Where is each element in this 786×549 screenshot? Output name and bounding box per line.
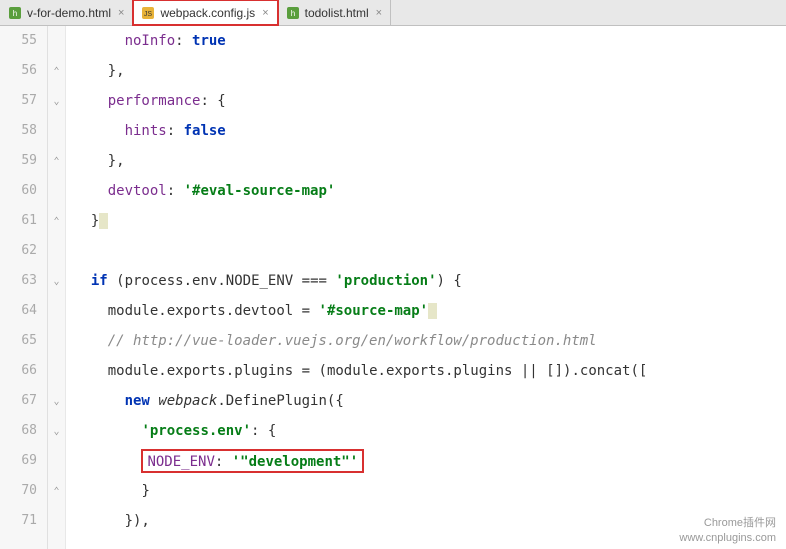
line-number: 65 — [0, 326, 41, 356]
code-line: } — [66, 206, 786, 236]
code-line: devtool: '#eval-source-map' — [66, 176, 786, 206]
code-line: NODE_ENV: '"development"' — [66, 446, 786, 476]
tab-bar: h v-for-demo.html × JS webpack.config.js… — [0, 0, 786, 26]
code-line: module.exports.devtool = '#source-map' — [66, 296, 786, 326]
svg-text:h: h — [290, 9, 294, 18]
line-number: 67 — [0, 386, 41, 416]
line-number: 66 — [0, 356, 41, 386]
line-number: 59 — [0, 146, 41, 176]
line-number: 57 — [0, 86, 41, 116]
line-number: 64 — [0, 296, 41, 326]
close-icon[interactable]: × — [376, 7, 382, 19]
code-line: new webpack.DefinePlugin({ — [66, 386, 786, 416]
line-number: 55 — [0, 26, 41, 56]
fold-open-icon[interactable]: ⌄ — [48, 266, 65, 296]
tab-webpack-config[interactable]: JS webpack.config.js × — [133, 0, 277, 25]
fold-gutter: ⌃ ⌄ ⌃ ⌃ ⌄ ⌄ ⌄ ⌃ — [48, 26, 66, 549]
js-file-icon: JS — [141, 6, 155, 20]
fold-open-icon[interactable]: ⌄ — [48, 416, 65, 446]
fold-icon[interactable] — [48, 356, 65, 386]
fold-close-icon[interactable]: ⌃ — [48, 56, 65, 86]
line-number: 60 — [0, 176, 41, 206]
fold-icon[interactable] — [48, 506, 65, 536]
fold-open-icon[interactable]: ⌄ — [48, 386, 65, 416]
close-icon[interactable]: × — [262, 7, 268, 19]
code-content[interactable]: noInfo: true }, performance: { hints: fa… — [66, 26, 786, 549]
code-line: }, — [66, 146, 786, 176]
fold-close-icon[interactable]: ⌃ — [48, 206, 65, 236]
code-line: module.exports.plugins = (module.exports… — [66, 356, 786, 386]
svg-text:JS: JS — [144, 11, 153, 18]
line-number: 56 — [0, 56, 41, 86]
highlight-box: NODE_ENV: '"development"' — [141, 449, 364, 473]
fold-icon[interactable] — [48, 116, 65, 146]
line-number-gutter: 55 56 57 58 59 60 61 62 63 64 65 66 67 6… — [0, 26, 48, 549]
html-file-icon: h — [286, 6, 300, 20]
line-number: 68 — [0, 416, 41, 446]
fold-icon[interactable] — [48, 326, 65, 356]
code-line: }), — [66, 506, 786, 536]
fold-icon[interactable] — [48, 236, 65, 266]
fold-icon[interactable] — [48, 26, 65, 56]
code-line: if (process.env.NODE_ENV === 'production… — [66, 266, 786, 296]
fold-icon[interactable] — [48, 296, 65, 326]
tab-todolist[interactable]: h todolist.html × — [278, 0, 391, 25]
line-number: 69 — [0, 446, 41, 476]
close-icon[interactable]: × — [118, 7, 124, 19]
line-number: 70 — [0, 476, 41, 506]
code-line: 'process.env': { — [66, 416, 786, 446]
tab-v-for-demo[interactable]: h v-for-demo.html × — [0, 0, 133, 25]
svg-text:h: h — [13, 9, 17, 18]
line-number: 62 — [0, 236, 41, 266]
fold-close-icon[interactable]: ⌃ — [48, 146, 65, 176]
code-line — [66, 236, 786, 266]
line-number: 61 — [0, 206, 41, 236]
fold-close-icon[interactable]: ⌃ — [48, 476, 65, 506]
code-line: performance: { — [66, 86, 786, 116]
code-editor: 55 56 57 58 59 60 61 62 63 64 65 66 67 6… — [0, 26, 786, 549]
fold-icon[interactable] — [48, 446, 65, 476]
tab-label: v-for-demo.html — [27, 6, 111, 20]
line-number: 58 — [0, 116, 41, 146]
line-number: 71 — [0, 506, 41, 536]
code-line: noInfo: true — [66, 26, 786, 56]
watermark: Chrome插件网 www.cnplugins.com — [679, 516, 776, 545]
fold-open-icon[interactable]: ⌄ — [48, 86, 65, 116]
code-line: // http://vue-loader.vuejs.org/en/workfl… — [66, 326, 786, 356]
code-line: hints: false — [66, 116, 786, 146]
html-file-icon: h — [8, 6, 22, 20]
tab-label: webpack.config.js — [160, 6, 255, 20]
fold-icon[interactable] — [48, 176, 65, 206]
code-line: }, — [66, 56, 786, 86]
tab-label: todolist.html — [305, 6, 369, 20]
code-line: } — [66, 476, 786, 506]
line-number: 63 — [0, 266, 41, 296]
